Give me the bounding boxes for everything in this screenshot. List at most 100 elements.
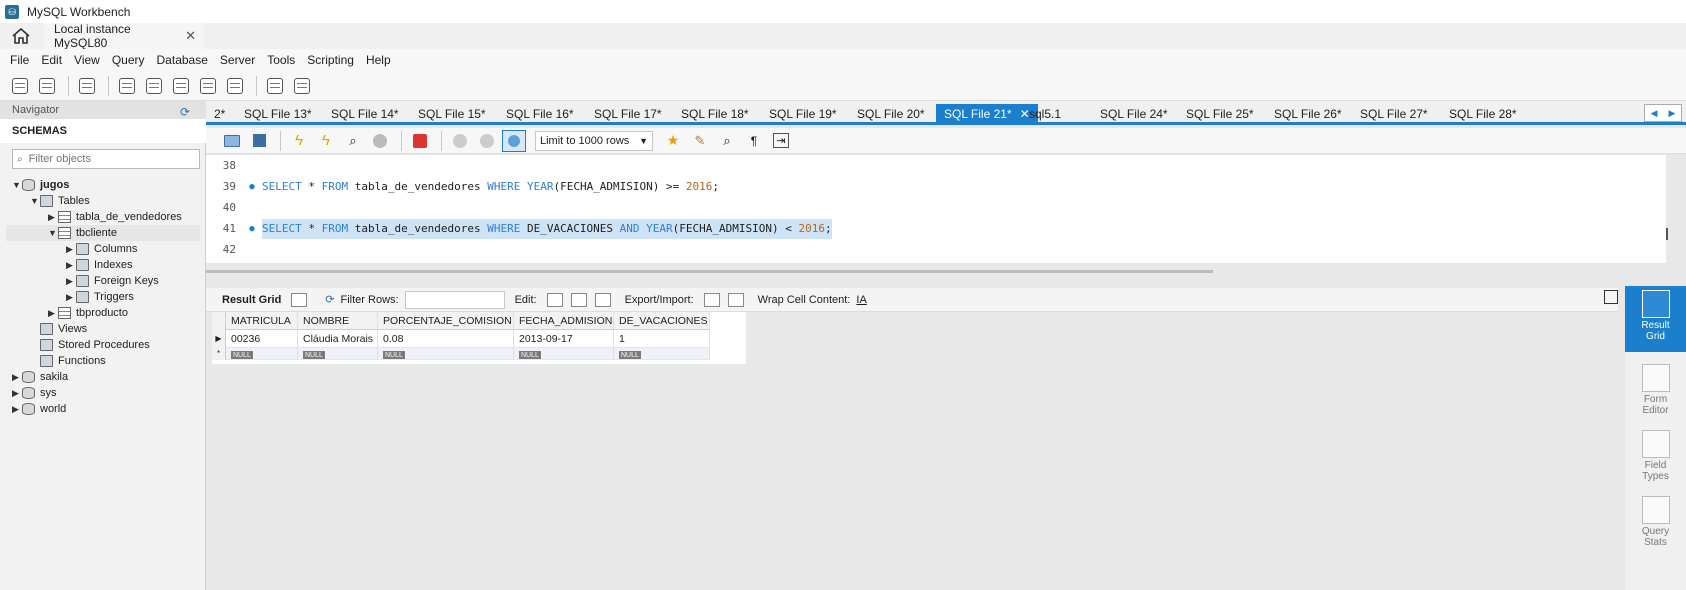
- sql-tab[interactable]: SQL File 18*: [673, 104, 757, 124]
- create-view-icon[interactable]: [169, 75, 193, 97]
- open-file-icon[interactable]: [220, 130, 244, 152]
- refresh-icon[interactable]: ⟳: [180, 105, 190, 119]
- sql-tab[interactable]: SQL File 20*: [849, 104, 933, 124]
- export-icon[interactable]: [703, 292, 720, 307]
- column-header[interactable]: NOMBRE: [298, 312, 378, 330]
- sql-tab[interactable]: SQL File 15*: [410, 104, 494, 124]
- commit-icon[interactable]: [448, 130, 472, 152]
- tree-item-tables[interactable]: ▼ Tables: [30, 193, 90, 209]
- delete-row-icon[interactable]: [594, 292, 611, 307]
- table-cell[interactable]: 1: [614, 330, 710, 348]
- search-table-data-icon[interactable]: [263, 75, 287, 97]
- create-procedure-icon[interactable]: [196, 75, 220, 97]
- column-header[interactable]: PORCENTAJE_COMISION: [378, 312, 514, 330]
- tree-item-world[interactable]: ▶ world: [12, 401, 66, 417]
- sql-tab[interactable]: SQL File 13*: [236, 104, 320, 124]
- chevron-right-icon[interactable]: ▶: [12, 401, 22, 417]
- stop-icon[interactable]: [368, 130, 392, 152]
- chevron-down-icon[interactable]: ▼: [30, 193, 40, 209]
- table-cell[interactable]: 2013-09-17: [514, 330, 614, 348]
- toggle-side-panel-icon[interactable]: [1604, 290, 1618, 304]
- reconnect-icon[interactable]: [290, 75, 314, 97]
- limit-rows-select[interactable]: Limit to 1000 rows ▼: [535, 130, 653, 151]
- new-row-cell[interactable]: NULL: [298, 348, 378, 360]
- home-icon[interactable]: [10, 27, 32, 45]
- new-row-cell[interactable]: NULL: [378, 348, 514, 360]
- inspector-icon[interactable]: [75, 75, 99, 97]
- chevron-down-icon[interactable]: ▼: [12, 177, 22, 193]
- beautify-icon[interactable]: ✎: [688, 130, 712, 152]
- sql-tab[interactable]: SQL File 27*: [1352, 104, 1436, 124]
- create-schema-icon[interactable]: [115, 75, 139, 97]
- filter-objects-field[interactable]: ⌕: [12, 149, 200, 169]
- import-icon[interactable]: [727, 292, 744, 307]
- new-row-cell[interactable]: NULL: [226, 348, 298, 360]
- tree-item-stored-procedures[interactable]: Stored Procedures: [30, 337, 150, 353]
- tree-item-functions[interactable]: Functions: [30, 353, 106, 369]
- invisible-chars-icon[interactable]: ¶: [742, 130, 766, 152]
- menu-help[interactable]: Help: [360, 53, 397, 67]
- row-selector-icon[interactable]: ▶: [212, 330, 226, 348]
- scroll-right-icon[interactable]: ▶: [1669, 108, 1676, 119]
- tree-item-foreign-keys[interactable]: ▶ Foreign Keys: [66, 273, 159, 289]
- chevron-right-icon[interactable]: ▶: [66, 289, 76, 305]
- edit-row-icon[interactable]: [546, 292, 563, 307]
- vertical-scrollbar[interactable]: [1666, 228, 1668, 240]
- tree-item-jugos[interactable]: ▼ jugos: [12, 177, 69, 193]
- create-table-icon[interactable]: [142, 75, 166, 97]
- tree-item-tabla-de-vendedores[interactable]: ▶ tabla_de_vendedores: [48, 209, 182, 225]
- menu-scripting[interactable]: Scripting: [301, 53, 360, 67]
- sql-tab[interactable]: 2*: [206, 104, 233, 124]
- filter-objects-input[interactable]: [26, 152, 187, 166]
- scroll-left-icon[interactable]: ◀: [1651, 108, 1658, 119]
- add-row-icon[interactable]: [570, 292, 587, 307]
- sql-tab[interactable]: SQL File 24*: [1092, 104, 1176, 124]
- new-sql-tab-icon[interactable]: [8, 75, 32, 97]
- new-row-cell[interactable]: NULL: [514, 348, 614, 360]
- create-function-icon[interactable]: [223, 75, 247, 97]
- column-header[interactable]: FECHA_ADMISION: [514, 312, 614, 330]
- toggle-error-icon[interactable]: [408, 130, 432, 152]
- chevron-down-icon[interactable]: ▼: [48, 225, 58, 241]
- tree-item-triggers[interactable]: ▶ Triggers: [66, 289, 134, 305]
- chevron-right-icon[interactable]: ▶: [48, 209, 58, 225]
- horizontal-scrollbar[interactable]: [206, 270, 1213, 273]
- side-query-stats-button[interactable]: Query Stats: [1625, 492, 1686, 558]
- menu-file[interactable]: File: [4, 53, 35, 67]
- open-sql-script-icon[interactable]: [35, 75, 59, 97]
- table-cell[interactable]: 00236: [226, 330, 298, 348]
- table-cell[interactable]: 0.08: [378, 330, 514, 348]
- column-header[interactable]: MATRICULA: [226, 312, 298, 330]
- save-icon[interactable]: [247, 130, 271, 152]
- sql-tab[interactable]: SQL File 16*: [498, 104, 582, 124]
- new-row-cell[interactable]: NULL: [614, 348, 710, 360]
- side-field-types-button[interactable]: Field Types: [1625, 426, 1686, 492]
- sql-tab[interactable]: SQL File 28*: [1441, 104, 1525, 124]
- autocommit-icon[interactable]: [502, 129, 526, 152]
- menu-edit[interactable]: Edit: [35, 53, 68, 67]
- side-form-editor-button[interactable]: Form Editor: [1625, 360, 1686, 426]
- tree-item-indexes[interactable]: ▶ Indexes: [66, 257, 133, 273]
- menu-database[interactable]: Database: [151, 53, 214, 67]
- column-header[interactable]: DE_VACACIONES: [614, 312, 710, 330]
- sql-code-editor[interactable]: 38 39 ● SELECT * FROM tabla_de_vendedores W…: [206, 155, 1666, 263]
- wrap-lines-icon[interactable]: ⇥: [769, 130, 793, 152]
- tree-item-columns[interactable]: ▶ Columns: [66, 241, 137, 257]
- find-icon[interactable]: ⌕: [715, 130, 739, 152]
- tree-item-sakila[interactable]: ▶ sakila: [12, 369, 68, 385]
- connection-tab[interactable]: Local instance MySQL80 ✕: [44, 22, 204, 50]
- sql-tab[interactable]: SQL File 26*: [1266, 104, 1350, 124]
- execute-icon[interactable]: ϟ: [287, 130, 311, 152]
- add-snippet-icon[interactable]: ★: [661, 130, 685, 152]
- tab-scroll-buttons[interactable]: ◀ ▶: [1644, 104, 1682, 122]
- chevron-right-icon[interactable]: ▶: [12, 385, 22, 401]
- filter-rows-input[interactable]: [404, 290, 505, 309]
- sql-tab[interactable]: SQL File 14*: [323, 104, 407, 124]
- sql-tab[interactable]: SQL File 17*: [586, 104, 670, 124]
- menu-view[interactable]: View: [68, 53, 106, 67]
- chevron-right-icon[interactable]: ▶: [66, 257, 76, 273]
- chevron-right-icon[interactable]: ▶: [12, 369, 22, 385]
- table-cell[interactable]: Cláudia Morais: [298, 330, 378, 348]
- tree-item-tbcliente[interactable]: ▼ tbcliente: [6, 225, 200, 241]
- menu-server[interactable]: Server: [214, 53, 261, 67]
